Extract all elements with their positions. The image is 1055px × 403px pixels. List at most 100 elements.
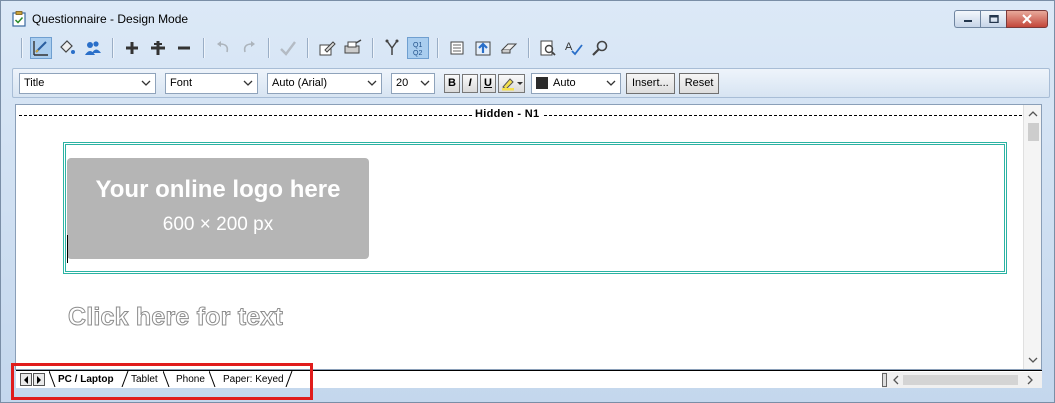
horizontal-scrollbar[interactable] [882,372,1042,388]
validate-button[interactable] [277,37,299,59]
scroll-up-icon[interactable] [1028,109,1038,119]
main-toolbar: Q1 Q2 A [7,34,1050,62]
toolbar-separator [528,38,529,58]
tab-paper-keyed[interactable]: Paper: Keyed [223,374,284,385]
design-icon [33,41,48,56]
upload-button[interactable] [472,37,494,59]
font-size-select[interactable]: 20 [391,72,435,94]
scroll-right-icon[interactable] [1025,375,1035,385]
logo-size-text: 600 × 200 px [162,214,274,235]
style-select[interactable]: Title [19,72,156,94]
minimize-button[interactable] [954,10,980,28]
italic-button[interactable]: I [462,73,478,93]
scroll-split-handle[interactable] [882,373,887,387]
reset-button[interactable]: Reset [678,72,720,94]
toolbar-separator [203,38,204,58]
spellcheck-button[interactable]: A [563,37,585,59]
caret-right-icon [37,375,41,384]
clipboard-icon [12,11,26,27]
color-swatch [536,77,548,89]
edit-icon [319,41,336,56]
insert-button[interactable]: Insert... [626,72,675,94]
text-placeholder[interactable]: Click here for text [68,303,284,332]
title-bar[interactable]: Questionnaire - Design Mode [1,1,1054,33]
vertical-scrollbar[interactable] [1023,105,1041,369]
horizontal-scroll-thumb[interactable] [903,375,1018,385]
window-controls [954,10,1048,28]
font-select[interactable]: Font [165,72,258,94]
style-value: Title [24,77,45,89]
close-icon [1022,14,1032,24]
design-mode-button[interactable] [30,37,52,59]
insert-button[interactable] [147,37,169,59]
logo-placeholder[interactable]: Your online logo here 600 × 200 px [67,158,369,259]
color-value-wrap: Auto [536,77,576,89]
color-value: Auto [553,77,576,89]
toolbar-separator [372,38,373,58]
tab-divider [209,371,216,387]
users-button[interactable] [82,37,104,59]
scroll-left-icon[interactable] [891,375,901,385]
maximize-button[interactable] [980,10,1006,28]
list-button[interactable] [446,37,468,59]
eraser-button[interactable] [498,37,520,59]
chevron-down-icon [367,80,377,86]
chevron-down-icon [243,80,253,86]
bold-button[interactable]: B [444,73,460,93]
font-label: Font [170,77,193,89]
add-button[interactable] [121,37,143,59]
layout-tab-strip: PC / Laptop Tablet Phone Paper: Keyed [16,370,1042,388]
caret-left-icon [24,375,28,384]
color-select[interactable]: Auto [531,72,621,94]
toolbar-separator [21,38,22,58]
window-title: Questionnaire - Design Mode [32,12,189,26]
edit-button[interactable] [316,37,338,59]
preview-icon [540,40,556,56]
tab-divider [121,371,129,387]
find-button[interactable] [589,37,611,59]
remove-button[interactable] [173,37,195,59]
font-name-select[interactable]: Auto (Arial) [267,72,382,94]
highlight-color-button[interactable] [498,73,525,93]
branch-button[interactable] [381,37,403,59]
undo-button[interactable] [212,37,234,59]
tab-tablet[interactable]: Tablet [131,374,158,385]
format-toolbar: Title Font Auto (Arial) 20 B I U Auto In… [12,68,1050,98]
add-icon [126,42,138,54]
redo-button[interactable] [238,37,260,59]
hidden-label: Hidden - N1 [472,108,543,120]
tab-pc-laptop[interactable]: PC / Laptop [58,374,114,385]
design-canvas[interactable]: Hidden - N1 Your online logo here 600 × … [15,104,1042,370]
tab-divider [285,371,293,387]
tab-phone[interactable]: Phone [176,374,205,385]
toolbar-separator [437,38,438,58]
svg-text:Q2: Q2 [413,50,422,57]
close-button[interactable] [1006,10,1048,28]
eraser-icon [500,43,518,54]
print-button[interactable] [342,37,364,59]
chevron-down-icon [141,80,151,86]
upload-icon [475,41,491,56]
vertical-scroll-thumb[interactable] [1028,123,1039,141]
scroll-down-icon[interactable] [1028,355,1038,365]
users-icon [85,41,101,55]
tab-divider [163,371,170,387]
q1q2-icon: Q1 Q2 [413,42,422,57]
toolbar-separator [112,38,113,58]
redo-icon [243,41,255,53]
tab-prev-button[interactable] [20,373,32,386]
insert-icon [151,41,165,55]
tab-next-button[interactable] [33,373,45,386]
remove-icon [178,46,190,50]
font-size-value: 20 [396,77,409,89]
preview-button[interactable] [537,37,559,59]
app-window: Questionnaire - Design Mode Q1 Q2 A Titl… [0,0,1055,403]
fill-button[interactable] [56,37,78,59]
maximize-icon [988,15,999,23]
svg-text:Q1: Q1 [413,42,422,49]
question-numbering-button[interactable]: Q1 Q2 [407,37,429,59]
underline-button[interactable]: U [480,73,496,93]
font-name-value: Auto (Arial) [272,77,328,89]
chevron-down-icon [420,80,430,86]
print-icon [344,39,362,54]
